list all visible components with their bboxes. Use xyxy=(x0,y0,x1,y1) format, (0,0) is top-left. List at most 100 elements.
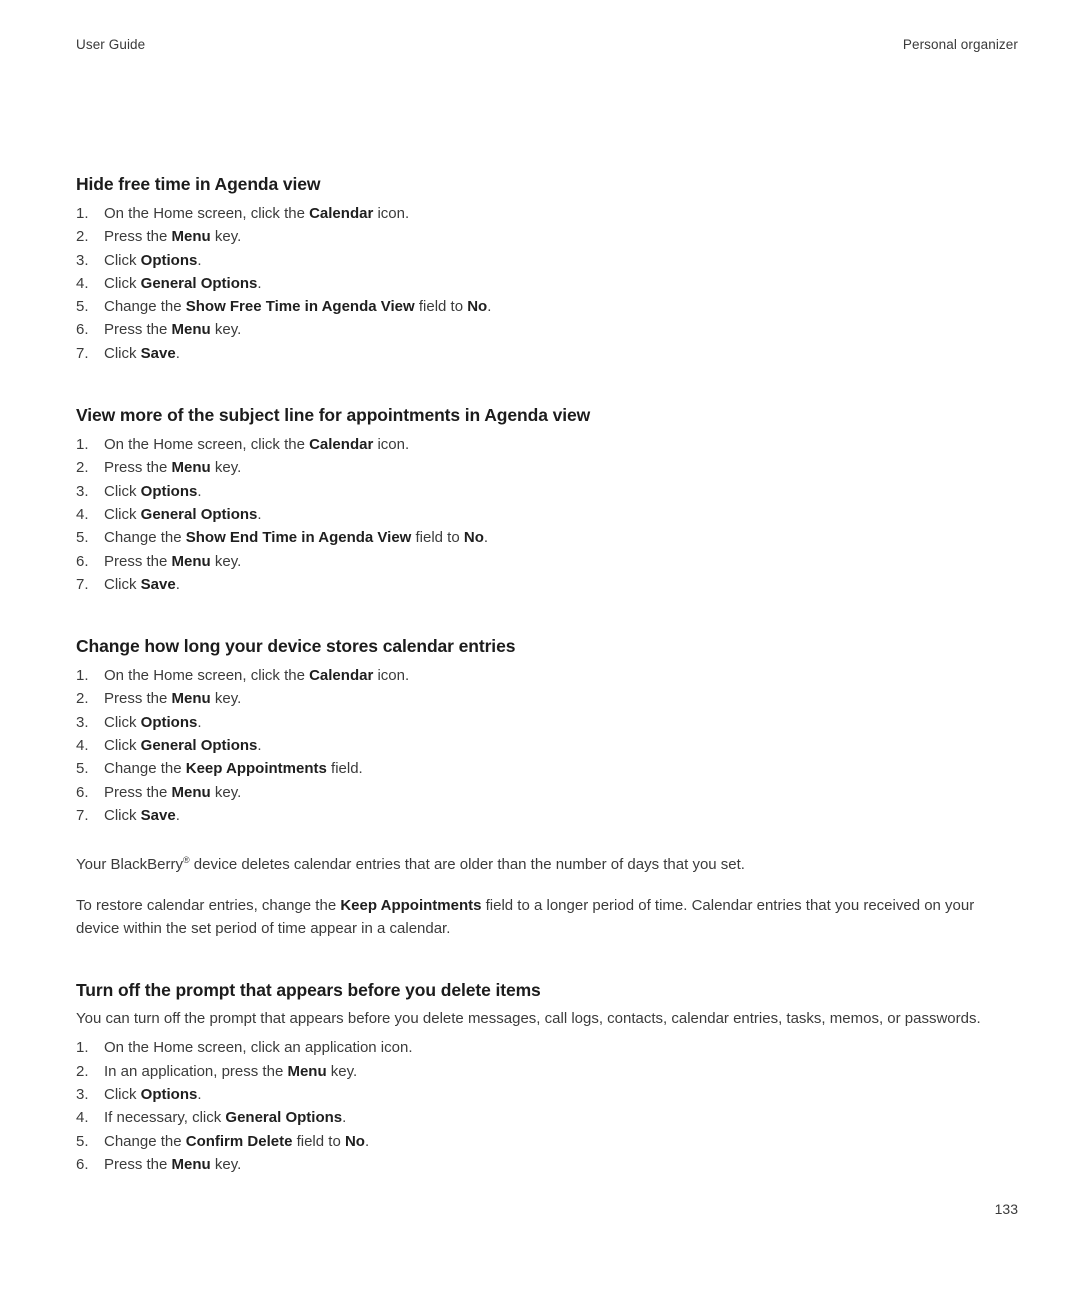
step-text-plain: . xyxy=(197,1086,202,1104)
step-text-bold: Menu xyxy=(171,228,211,246)
step-text-plain: On the Home screen, click the xyxy=(104,667,310,685)
step-text-plain: . xyxy=(197,713,202,731)
step-text-plain: Click xyxy=(104,713,141,731)
step-text-bold: Menu xyxy=(287,1062,327,1080)
step-text-bold: Menu xyxy=(171,321,211,339)
running-header-left: User Guide xyxy=(76,37,146,52)
list-item: Click Save. xyxy=(76,342,1018,366)
step-text-bold: Menu xyxy=(171,783,211,801)
step-text-bold: Options xyxy=(140,251,198,269)
step-text-plain: Change the xyxy=(104,1132,186,1150)
section-intro-text: You can turn off the prompt that appears… xyxy=(76,1010,981,1028)
list-item: Click Options. xyxy=(76,249,1018,273)
list-item: Click Options. xyxy=(76,480,1018,504)
step-text-plain: If necessary, click xyxy=(104,1109,226,1127)
step-text-plain: . xyxy=(257,737,262,755)
list-item: Change the Keep Appointments field. xyxy=(76,757,1018,781)
step-text-bold: Menu xyxy=(171,1155,211,1173)
step-text-plain: . xyxy=(483,529,489,547)
paragraph: To restore calendar entries, change the … xyxy=(76,894,1018,941)
list-item: In an application, press the Menu key. xyxy=(76,1060,1018,1084)
step-text-plain: Click xyxy=(104,274,141,292)
step-text-bold: Save xyxy=(140,344,176,362)
note-paragraphs: Your BlackBerry® device deletes calendar… xyxy=(76,853,1018,940)
steps-list: On the Home screen, click the Calendar i… xyxy=(76,202,1018,365)
list-item: On the Home screen, click the Calendar i… xyxy=(76,202,1018,226)
list-item: If necessary, click General Options. xyxy=(76,1106,1018,1130)
step-text-bold: Menu xyxy=(171,552,211,570)
step-text-plain: key. xyxy=(326,1062,358,1080)
list-item: Change the Confirm Delete field to No. xyxy=(76,1130,1018,1154)
step-text-plain: . xyxy=(175,344,180,362)
list-item: Press the Menu key. xyxy=(76,781,1018,805)
paragraph-text: Your BlackBerry xyxy=(76,856,183,874)
step-text-bold: General Options xyxy=(140,737,258,755)
step-text-plain: On the Home screen, click the xyxy=(104,436,310,454)
list-item: On the Home screen, click the Calendar i… xyxy=(76,664,1018,688)
step-text-plain: Press the xyxy=(104,552,172,570)
step-text-plain: . xyxy=(197,251,202,269)
list-item: Click Save. xyxy=(76,573,1018,597)
list-item: Press the Menu key. xyxy=(76,550,1018,574)
step-text-plain: . xyxy=(257,505,262,523)
step-text-plain: Change the xyxy=(104,298,186,316)
step-text-plain: . xyxy=(487,298,492,316)
steps-list: On the Home screen, click the Calendar i… xyxy=(76,664,1018,827)
section-turn-off-delete-prompt: Turn off the prompt that appears before … xyxy=(76,978,1018,1176)
step-text-bold: Save xyxy=(140,575,176,593)
step-text-bold: Show Free Time in Agenda View xyxy=(185,298,415,316)
paragraph-text: device deletes calendar entries that are… xyxy=(189,856,745,874)
section-change-storage-duration: Change how long your device stores calen… xyxy=(76,634,1018,940)
step-text-bold: Calendar xyxy=(309,436,374,454)
step-text-plain: On the Home screen, click an application… xyxy=(104,1039,413,1057)
step-text-bold: Keep Appointments xyxy=(185,760,327,778)
step-text-plain: field to xyxy=(292,1132,345,1150)
step-text-plain: . xyxy=(342,1109,347,1127)
step-text-plain: field. xyxy=(326,760,363,778)
step-text-plain: key. xyxy=(210,321,242,339)
list-item: Press the Menu key. xyxy=(76,687,1018,711)
section-view-more-subject-line: View more of the subject line for appoin… xyxy=(76,403,1018,596)
step-text-bold: Save xyxy=(140,806,176,824)
step-text-bold: General Options xyxy=(140,274,258,292)
step-text-bold: General Options xyxy=(225,1109,343,1127)
list-item: Click General Options. xyxy=(76,272,1018,296)
list-item: Click General Options. xyxy=(76,503,1018,527)
step-text-plain: Click xyxy=(104,482,141,500)
steps-list: On the Home screen, click the Calendar i… xyxy=(76,433,1018,596)
step-text-bold: Options xyxy=(140,1086,198,1104)
step-text-bold: Calendar xyxy=(309,667,374,685)
step-text-plain: Click xyxy=(104,1086,141,1104)
list-item: Press the Menu key. xyxy=(76,1153,1018,1177)
section-heading: Change how long your device stores calen… xyxy=(76,636,516,657)
step-text-plain: . xyxy=(175,806,180,824)
list-item: Press the Menu key. xyxy=(76,318,1018,342)
step-text-plain: . xyxy=(175,575,180,593)
list-item: Change the Show End Time in Agenda View … xyxy=(76,526,1018,550)
list-item: On the Home screen, click an application… xyxy=(76,1036,1018,1060)
section-hide-free-time: Hide free time in Agenda view On the Hom… xyxy=(76,172,1018,365)
step-text-bold: General Options xyxy=(140,505,258,523)
step-text-plain: . xyxy=(257,274,262,292)
step-text-bold: Options xyxy=(140,713,198,731)
page-number: 133 xyxy=(994,1201,1018,1217)
step-text-plain: . xyxy=(364,1132,370,1150)
step-text-plain: Click xyxy=(104,806,141,824)
step-text-plain: Click xyxy=(104,344,141,362)
step-text-bold: Confirm Delete xyxy=(185,1132,293,1150)
paragraph-text-bold: Keep Appointments xyxy=(340,896,482,914)
section-heading: View more of the subject line for appoin… xyxy=(76,405,591,426)
step-text-plain: Press the xyxy=(104,459,172,477)
running-header: User Guide Personal organizer xyxy=(76,36,1018,54)
page-content: Hide free time in Agenda view On the Hom… xyxy=(76,172,1018,1177)
registered-trademark-icon: ® xyxy=(183,855,190,866)
step-text-bold: No xyxy=(467,298,488,316)
step-text-plain: Press the xyxy=(104,1155,172,1173)
step-text-plain: Press the xyxy=(104,228,172,246)
step-text-plain: Click xyxy=(104,575,141,593)
list-item: Press the Menu key. xyxy=(76,225,1018,249)
step-text-plain: key. xyxy=(210,228,242,246)
list-item: Click General Options. xyxy=(76,734,1018,758)
step-text-plain: field to xyxy=(414,298,468,316)
running-header-right: Personal organizer xyxy=(902,37,1018,52)
